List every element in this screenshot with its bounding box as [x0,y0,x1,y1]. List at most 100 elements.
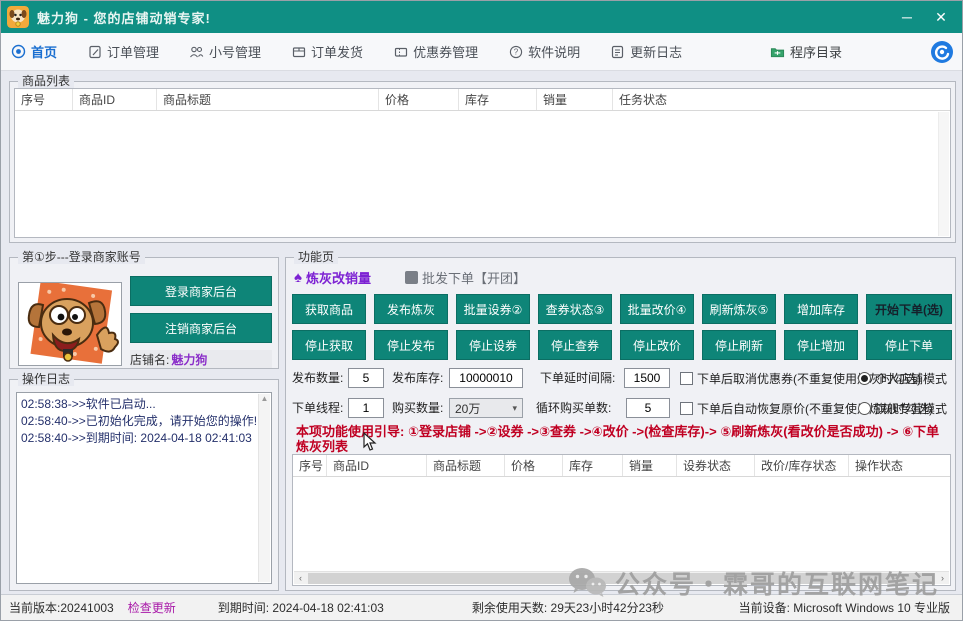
tab-ash-sales-label: 炼灰改销量 [306,268,371,287]
menu-shipping[interactable]: 订单发货 [291,42,363,61]
log-scrollbar[interactable]: ▲ [258,394,270,582]
product-table-scrollbar[interactable] [938,112,949,236]
title-bar: 魅力狗 - 您的店铺动销专家! ─ ✕ [1,1,963,33]
shipping-icon [291,44,306,59]
function-group-title: 功能页 [294,250,338,264]
loop-order-label: 循环购买单数: [536,398,611,418]
loop-order-input[interactable] [626,398,670,418]
menu-help-label: 软件说明 [528,42,580,61]
task-table-body [293,477,950,571]
task-col-coupon: 设券状态 [677,455,755,476]
log-group: 操作日志 02:58:38->>软件已启动... 02:58:40->>已初始化… [9,379,279,591]
menu-order-manage-label: 订单管理 [107,42,159,61]
menu-coupon-label: 优惠券管理 [413,42,478,61]
mascot-image [18,282,122,366]
product-col-sales: 销量 [537,89,613,110]
login-merchant-button[interactable]: 登录商家后台 [130,276,272,306]
product-col-title: 商品标题 [157,89,379,110]
mouse-cursor [363,432,377,452]
get-products-button[interactable]: 获取商品 [292,294,366,324]
order-thread-label: 下单线程: [292,398,343,418]
task-table[interactable]: 序号 商品ID 商品标题 价格 库存 销量 设券状态 改价/库存状态 操作状态 … [292,454,951,586]
add-stock-button[interactable]: 增加库存 [784,294,858,324]
scroll-left-icon[interactable]: ‹ [294,573,307,583]
menu-accounts[interactable]: 小号管理 [189,42,261,61]
product-table[interactable]: 序号 商品ID 商品标题 价格 库存 销量 任务状态 [14,88,951,238]
task-col-sales: 销量 [623,455,677,476]
cancel-coupon-checkbox[interactable] [680,372,693,385]
login-group: 第①步---登录商家账号 登录 [9,257,279,369]
stop-add-button[interactable]: 停止增加 [784,330,858,360]
spade-icon: ♠ [294,269,302,286]
flagship-mode-radio[interactable] [858,402,871,415]
scroll-right-icon[interactable]: › [936,573,949,583]
menu-order-manage[interactable]: 订单管理 [87,42,159,61]
publish-count-label: 发布数量: [292,368,343,388]
scrollbar-thumb[interactable] [308,573,935,584]
log-entry: 02:58:38->>软件已启动... [21,396,257,413]
order-delay-input[interactable] [624,368,670,388]
publish-count-input[interactable] [348,368,384,388]
stop-coupon-button[interactable]: 停止设券 [456,330,530,360]
order-delay-label: 下单延时间隔: [540,368,615,388]
log-entry: 02:58:40->>到期时间: 2024-04-18 02:41:03 [21,430,257,447]
order-manage-icon [87,44,102,59]
tab-wholesale-order[interactable]: 批发下单【开团】 [405,268,526,287]
wholesale-icon [405,271,418,284]
batch-price-button[interactable]: 批量改价④ [620,294,694,324]
menu-changelog-label: 更新日志 [630,42,682,61]
task-col-index: 序号 [293,455,327,476]
coupon-icon [393,44,408,59]
logout-merchant-button[interactable]: 注销商家后台 [130,313,272,343]
log-list[interactable]: 02:58:38->>软件已启动... 02:58:40->>已初始化完成，请开… [16,392,272,584]
stop-publish-button[interactable]: 停止发布 [374,330,448,360]
restore-price-checkbox[interactable] [680,402,693,415]
menu-coupon[interactable]: 优惠券管理 [393,42,478,61]
menu-help[interactable]: ? 软件说明 [508,42,580,61]
order-thread-input[interactable] [348,398,384,418]
stop-check-button[interactable]: 停止查券 [538,330,612,360]
stop-get-button[interactable]: 停止获取 [292,330,366,360]
log-group-title: 操作日志 [18,372,74,386]
help-icon: ? [508,44,523,59]
menu-home[interactable]: 首页 [11,42,57,61]
personal-mode-radio[interactable] [858,372,871,385]
expire-time-text: 到期时间: 2024-04-18 02:41:03 [218,599,384,616]
log-entry: 02:58:40->>已初始化完成，请开始您的操作! [21,413,257,430]
product-col-id: 商品ID [73,89,157,110]
shop-name-value: 魅力狗 [171,351,207,368]
minimize-button[interactable]: ─ [890,4,924,30]
scroll-up-icon[interactable]: ▲ [259,394,270,404]
product-col-status: 任务状态 [613,89,950,110]
device-text: 当前设备: Microsoft Windows 10 专业版 [739,599,950,616]
batch-coupon-button[interactable]: 批量设券② [456,294,530,324]
stop-refresh-button[interactable]: 停止刷新 [702,330,776,360]
assistant-icon[interactable] [930,40,954,64]
menu-program-dir-label: 程序目录 [790,42,842,61]
function-group: 功能页 ♠ 炼灰改销量 批发下单【开团】 获取商品 发布炼灰 批量设券② 查券状… [285,257,956,591]
menu-program-dir[interactable]: 程序目录 [770,42,842,61]
task-col-price-stock: 改价/库存状态 [755,455,849,476]
close-button[interactable]: ✕ [924,4,958,30]
menu-bar: 首页 订单管理 小号管理 订单发货 优惠券管理 ? 软件说明 更新日志 [1,33,963,71]
publish-ash-button[interactable]: 发布炼灰 [374,294,448,324]
buy-count-select[interactable]: 20万 ▾ [449,398,523,418]
publish-stock-input[interactable] [449,368,523,388]
remaining-days-text: 剩余使用天数: 29天23小时42分23秒 [472,599,664,616]
tab-ash-sales[interactable]: ♠ 炼灰改销量 [294,268,371,287]
start-order-button[interactable]: 开始下单(选) [866,294,952,324]
buy-count-value: 20万 [455,400,480,417]
stop-price-button[interactable]: 停止改价 [620,330,694,360]
coupon-status-button[interactable]: 查券状态③ [538,294,612,324]
login-group-title: 第①步---登录商家账号 [18,250,145,264]
usage-guide-text: 本项功能使用引导: ①登录店铺 ->②设券 ->③查券 ->④改价 ->(检查库… [296,424,951,454]
check-update-link[interactable]: 检查更新 [128,599,176,616]
task-col-title: 商品标题 [427,455,505,476]
task-col-op: 操作状态 [849,455,950,476]
shop-name-label: 店铺名: [130,351,169,368]
stop-order-button[interactable]: 停止下单 [866,330,952,360]
task-table-hscrollbar[interactable]: ‹ › [294,571,949,584]
refresh-ash-button[interactable]: 刷新炼灰⑤ [702,294,776,324]
task-col-price: 价格 [505,455,563,476]
menu-changelog[interactable]: 更新日志 [610,42,682,61]
